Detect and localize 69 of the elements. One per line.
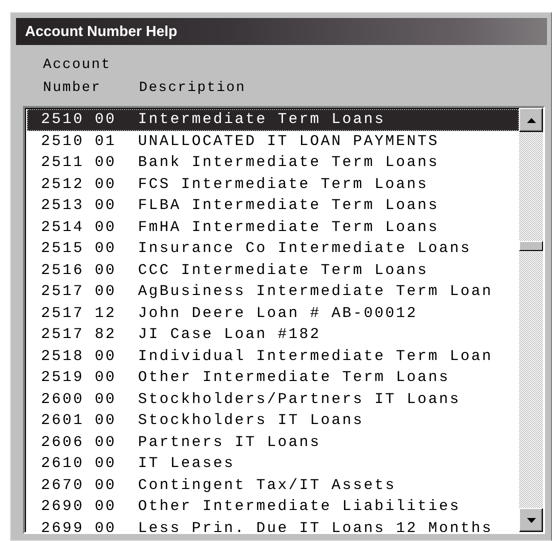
list-row[interactable]: 2514 00 FmHA Intermediate Term Loans xyxy=(27,216,519,238)
list-row[interactable]: 2601 00 Stockholders IT Loans xyxy=(27,410,519,432)
account-description: John Deere Loan # AB-00012 xyxy=(138,304,418,322)
scroll-thumb[interactable] xyxy=(519,241,543,251)
account-number: 2510 01 xyxy=(41,132,118,150)
list-row[interactable]: 2600 00 Stockholders/Partners IT Loans xyxy=(27,388,519,410)
account-description: FCS Intermediate Term Loans xyxy=(138,176,428,193)
account-number: 2690 00 xyxy=(41,498,118,516)
scrollbar[interactable] xyxy=(519,108,543,532)
account-description: Other Intermediate Term Loans xyxy=(138,369,450,386)
list-row[interactable]: 2670 00 Contingent Tax/IT Assets xyxy=(27,474,519,496)
list-row[interactable]: 2510 01 UNALLOCATED IT LOAN PAYMENTS xyxy=(27,130,519,152)
scroll-up-button[interactable] xyxy=(519,108,543,132)
account-number: 2610 00 xyxy=(41,455,118,472)
account-number: 2517 82 xyxy=(41,326,118,344)
list-row[interactable]: 2515 00 Insurance Co Intermediate Loans xyxy=(27,238,519,260)
list-row[interactable]: 2699 00 Less Prin. Due IT Loans 12 Months xyxy=(27,518,519,532)
account-description: FLBA Intermediate Term Loans xyxy=(138,197,440,214)
account-description: CCC Intermediate Term Loans xyxy=(138,262,428,279)
account-number: 2519 00 xyxy=(41,369,118,386)
account-description: AgBusiness Intermediate Term Loan xyxy=(138,283,493,300)
list-row[interactable]: 2516 00 CCC Intermediate Term Loans xyxy=(27,260,519,281)
account-number: 2516 00 xyxy=(41,262,118,279)
account-number: 2606 00 xyxy=(41,434,118,451)
column-header: Account Number xyxy=(43,56,112,98)
list-row[interactable]: 2517 82 JI Case Loan #182 xyxy=(27,324,519,346)
window-title: Account Number Help xyxy=(16,18,547,45)
list-row[interactable]: 2690 00 Other Intermediate Liabilities xyxy=(27,496,519,518)
list-row[interactable]: 2512 00 FCS Intermediate Term Loans xyxy=(27,174,519,195)
account-description: Other Intermediate Liabilities xyxy=(138,498,461,516)
account-description: Stockholders/Partners IT Loans xyxy=(138,390,461,408)
account-number: 2512 00 xyxy=(41,176,118,193)
down-arrow-icon xyxy=(526,518,536,522)
account-description: FmHA Intermediate Term Loans xyxy=(138,218,440,236)
list-row[interactable]: 2510 00 Intermediate Term Loans xyxy=(27,109,519,130)
account-number: 2517 12 xyxy=(41,304,118,322)
list-row[interactable]: 2518 00 Individual Intermediate Term Loan xyxy=(27,346,519,367)
account-number: 2515 00 xyxy=(41,240,118,258)
account-description: UNALLOCATED IT LOAN PAYMENTS xyxy=(138,132,440,150)
account-number: 2510 00 xyxy=(41,111,118,128)
account-description: Partners IT Loans xyxy=(138,434,321,451)
account-number: 2511 00 xyxy=(41,154,118,172)
account-description: IT Leases xyxy=(138,455,235,472)
account-description: Less Prin. Due IT Loans 12 Months xyxy=(138,520,493,532)
account-description: Stockholders IT Loans xyxy=(138,412,364,430)
column-header: Description xyxy=(139,79,246,98)
account-number: 2513 00 xyxy=(41,197,118,214)
account-number: 2670 00 xyxy=(41,476,118,494)
account-description: JI Case Loan #182 xyxy=(138,326,321,344)
up-arrow-icon xyxy=(526,118,536,122)
list-row[interactable]: 2519 00 Other Intermediate Term Loans xyxy=(27,367,519,388)
list-row[interactable]: 2511 00 Bank Intermediate Term Loans xyxy=(27,152,519,174)
account-description: Insurance Co Intermediate Loans xyxy=(138,240,472,258)
list-row[interactable]: 2517 12 John Deere Loan # AB-00012 xyxy=(27,302,519,324)
account-description: Intermediate Term Loans xyxy=(138,111,386,128)
account-description: Bank Intermediate Term Loans xyxy=(138,154,440,172)
list-row[interactable]: 2606 00 Partners IT Loans xyxy=(27,432,519,453)
list-row[interactable]: 2610 00 IT Leases xyxy=(27,453,519,474)
account-number: 2518 00 xyxy=(41,348,118,365)
account-description: Individual Intermediate Term Loan xyxy=(138,348,493,365)
account-number: 2601 00 xyxy=(41,412,118,430)
account-number: 2600 00 xyxy=(41,390,118,408)
list-row[interactable]: 2513 00 FLBA Intermediate Term Loans xyxy=(27,195,519,216)
scroll-down-button[interactable] xyxy=(519,508,543,532)
account-description: Contingent Tax/IT Assets xyxy=(138,476,396,494)
account-number: 2699 00 xyxy=(41,520,118,532)
list-row[interactable]: 2517 00 AgBusiness Intermediate Term Loan xyxy=(27,281,519,302)
account-number: 2517 00 xyxy=(41,283,118,300)
account-number: 2514 00 xyxy=(41,218,118,236)
